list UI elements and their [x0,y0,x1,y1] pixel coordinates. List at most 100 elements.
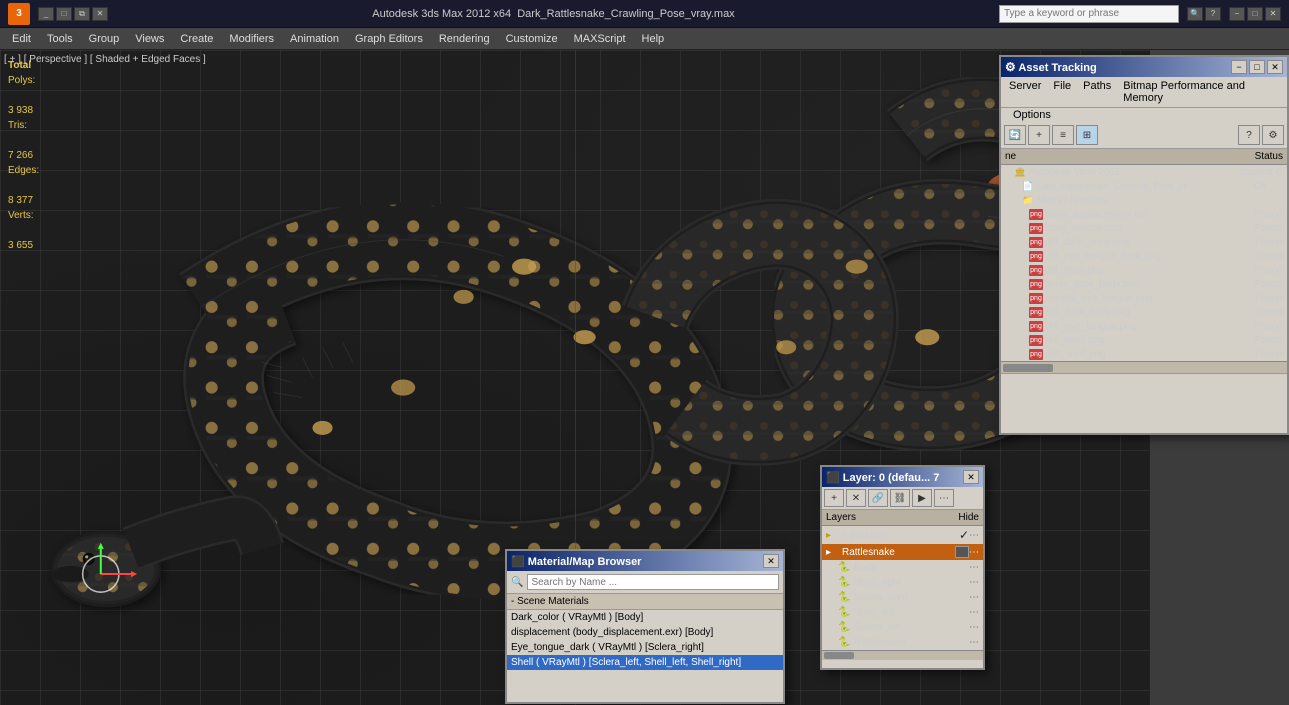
win-min-btn[interactable]: − [1229,7,1245,21]
lw-layer-icon-rattlesnakechild: 🐍 [838,637,852,648]
menu-customize[interactable]: Customize [498,31,566,47]
lw-row-scleraleft[interactable]: 🐍 Sclera_left ⋯ [822,620,983,635]
at-row-map-4[interactable]: png diff_shell.png Found [1001,263,1287,277]
at-menu-file[interactable]: File [1047,79,1077,105]
at-map-status-2: Found [1213,237,1283,248]
lw-title-bar: ⬛ Layer: 0 (defau... 7 ✕ [822,467,983,487]
lw-horizontal-scrollbar[interactable] [822,650,983,660]
at-minimize-btn[interactable]: − [1231,60,1247,74]
search-icon[interactable]: 🔍 [1187,7,1203,21]
maximize-btn[interactable]: □ [56,7,72,21]
at-horizontal-scrollbar[interactable] [1001,361,1287,373]
lw-row-body[interactable]: 🐍 Body ⋯ [822,560,983,575]
mb-item-1[interactable]: displacement (body_displacement.exr) [Bo… [507,625,783,640]
lw-row-name-0: 0 (default) [842,530,959,541]
at-map-icon-2: png [1029,237,1043,248]
at-row-map-8[interactable]: png refl_eye_tongue.png Found [1001,319,1287,333]
at-refresh-tool[interactable]: 🔄 [1004,125,1026,145]
at-maximize-btn[interactable]: □ [1249,60,1265,74]
lw-dots-1: ⋯ [969,547,979,558]
at-help-tool[interactable]: ? [1238,125,1260,145]
lw-dots-body: ⋯ [969,562,979,573]
at-map-status-3: Found [1213,251,1283,262]
at-map-name-4: diff_shell.png [1045,265,1213,276]
at-title: ⚙ Asset Tracking [1005,60,1097,74]
close-app-btn[interactable]: ✕ [92,7,108,21]
at-row-map-6[interactable]: png normal_eye_tongue.png Found [1001,291,1287,305]
lw-row-default[interactable]: ▸ 0 (default) ✓ ⋯ [822,526,983,544]
minimize-btn[interactable]: _ [38,7,54,21]
at-row-maxfile-name: Dark_Rattlesnake_Crawling_Pose_vray.max [1037,181,1197,191]
at-grid-tool[interactable]: ⊞ [1076,125,1098,145]
lw-unlink-tool[interactable]: ⛓ [890,489,910,507]
menu-rendering[interactable]: Rendering [431,31,498,47]
keyword-search-input[interactable] [999,5,1179,23]
at-list-tool[interactable]: ≡ [1052,125,1074,145]
at-map-status-1: Found [1213,223,1283,234]
at-menu-paths[interactable]: Paths [1077,79,1117,105]
win-close-btn[interactable]: ✕ [1265,7,1281,21]
at-map-status-5: Found [1213,279,1283,290]
at-col-status: Status [1213,151,1283,162]
mb-item-2[interactable]: Eye_tongue_dark ( VRayMtl ) [Sclera_righ… [507,640,783,655]
at-row-map-3[interactable]: png diff_eye_tongue_dark.png Found [1001,249,1287,263]
at-row-maxfile[interactable]: 📄 Dark_Rattlesnake_Crawling_Pose_vray.ma… [1001,179,1287,193]
lw-add-tool[interactable]: + [824,489,844,507]
polys-stat: Polys: 3 938 [8,73,39,118]
lw-delete-tool[interactable]: ✕ [846,489,866,507]
title-bar: 3 _ □ ⧉ ✕ Autodesk 3ds Max 2012 x64 Dark… [0,0,1289,28]
mb-close-btn[interactable]: ✕ [763,554,779,568]
at-add-tool[interactable]: + [1028,125,1050,145]
menu-animation[interactable]: Animation [282,31,347,47]
lw-layer-icon-scleraleft: 🐍 [838,622,852,633]
at-close-btn[interactable]: ✕ [1267,60,1283,74]
at-menu-bitmap[interactable]: Bitmap Performance and Memory [1117,79,1285,105]
mb-item-0[interactable]: Dark_color ( VRayMtl ) [Body] [507,610,783,625]
lw-more-tool[interactable]: ⋯ [934,489,954,507]
at-menu-server[interactable]: Server [1003,79,1047,105]
lw-row-scleraright[interactable]: 🐍 Sclera_right ⋯ [822,590,983,605]
help-icon[interactable]: ? [1205,7,1221,21]
lw-dots-shellright: ⋯ [969,577,979,588]
win-max-btn[interactable]: □ [1247,7,1263,21]
menu-views[interactable]: Views [127,31,172,47]
lw-row-rattlesnake[interactable]: ▸ Rattlesnake ⋯ [822,544,983,560]
at-settings-tool[interactable]: ⚙ [1262,125,1284,145]
lw-layer-icon-shellleft: 🐍 [838,607,852,618]
at-row-map-7[interactable]: png refl_dark_body.png Found [1001,305,1287,319]
at-row-vault[interactable]: 🏛 Autodesk Vault 2012 Logged C [1001,165,1287,179]
at-row-map-1[interactable]: png body_normal.png Found [1001,221,1287,235]
restore-btn[interactable]: ⧉ [74,7,90,21]
menu-group[interactable]: Group [81,31,128,47]
menu-tools[interactable]: Tools [39,31,81,47]
at-options-label[interactable]: Options [1007,108,1057,122]
at-toolbar: 🔄 + ≡ ⊞ ? ⚙ [1001,122,1287,149]
at-table-header: ne Status [1001,149,1287,165]
at-row-map-9[interactable]: png refl_shell.png Found [1001,333,1287,347]
at-map-icon-9: png [1029,335,1043,346]
menu-help[interactable]: Help [634,31,673,47]
menu-create[interactable]: Create [172,31,221,47]
lw-row-rattlesnake-child[interactable]: 🐍 Rattlesnake ⋯ [822,635,983,650]
lw-row-shellleft[interactable]: 🐍 Shell_left ⋯ [822,605,983,620]
at-row-map-10[interactable]: png refr_shell.png Found [1001,347,1287,361]
at-row-maps-folder[interactable]: 📁 Maps / Shaders [1001,193,1287,207]
menu-graph-editors[interactable]: Graph Editors [347,31,431,47]
at-map-status-7: Found [1213,307,1283,318]
mb-search-input[interactable] [527,574,779,590]
mb-item-3[interactable]: Shell ( VRayMtl ) [Sclera_left, Shell_le… [507,655,783,670]
at-map-status-8: Found [1213,321,1283,332]
menu-modifiers[interactable]: Modifiers [221,31,282,47]
at-row-map-2[interactable]: png diff_dark_body.png Found [1001,235,1287,249]
at-row-vault-name: Autodesk Vault 2012 [1029,167,1213,178]
lw-select-tool[interactable]: ▶ [912,489,932,507]
menu-maxscript[interactable]: MAXScript [566,31,634,47]
lw-close-btn[interactable]: ✕ [963,470,979,484]
at-row-map-5[interactable]: png gloss_dark_body.png Found [1001,277,1287,291]
menu-edit[interactable]: Edit [4,31,39,47]
lw-row-shellright[interactable]: 🐍 Shell_right ⋯ [822,575,983,590]
at-map-name-2: diff_dark_body.png [1045,237,1213,248]
lw-title: ⬛ Layer: 0 (defau... 7 [826,471,939,484]
at-row-map-0[interactable]: png body_displacement.exr Found [1001,207,1287,221]
lw-link-tool[interactable]: 🔗 [868,489,888,507]
